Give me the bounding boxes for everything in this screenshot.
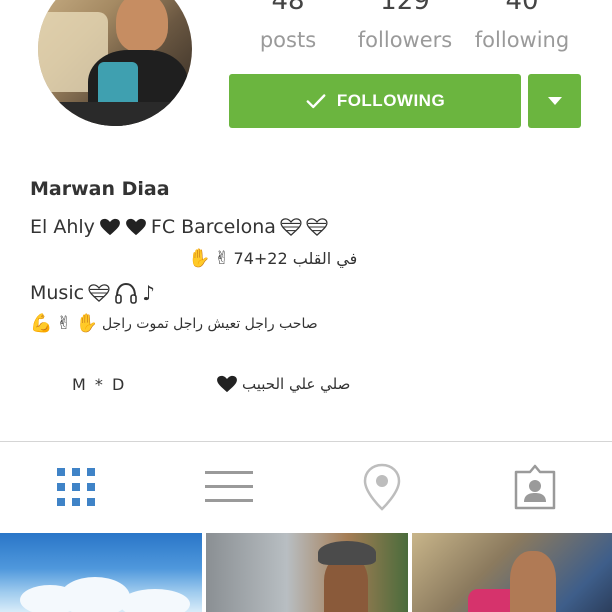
photo-thumbnail[interactable] bbox=[0, 533, 202, 612]
bio-text-74-22: 74+22 في القلب bbox=[233, 249, 358, 268]
striped-heart-icon bbox=[88, 284, 110, 302]
following-count[interactable]: 40 bbox=[467, 0, 577, 16]
bio-line-4: 💪 ✌ ✋ صاحب راجل تعيش راجل تموت راجل bbox=[30, 313, 318, 334]
headphones-icon bbox=[115, 282, 137, 304]
black-heart-icon bbox=[99, 218, 120, 236]
flexed-biceps-icon: 💪 bbox=[30, 313, 53, 334]
checkmark-icon bbox=[306, 94, 326, 109]
raised-hand-icon: ✋ bbox=[75, 313, 98, 334]
section-divider bbox=[0, 441, 612, 442]
posts-label: posts bbox=[259, 28, 317, 52]
bio-line-3: Music ♪ bbox=[30, 281, 155, 305]
photo-thumbnail[interactable] bbox=[412, 533, 612, 612]
raised-hand-icon: ✋ bbox=[188, 248, 211, 269]
music-note-icon: ♪ bbox=[142, 281, 155, 305]
bio-text-music: Music bbox=[30, 282, 85, 304]
map-pin-icon bbox=[363, 463, 401, 511]
bio-text-arabic-prayer: صلي علي الحبيب bbox=[242, 375, 351, 393]
posts-count: 48 bbox=[271, 0, 305, 16]
tab-list-view[interactable] bbox=[204, 462, 254, 512]
bio-line-2: ✋ ✌ 74+22 في القلب bbox=[188, 248, 357, 269]
black-heart-icon bbox=[217, 375, 237, 393]
followers-count[interactable]: 129 bbox=[350, 0, 460, 16]
victory-hand-icon: ✌ bbox=[214, 248, 230, 269]
striped-heart-icon bbox=[280, 218, 302, 236]
following-label[interactable]: following bbox=[464, 28, 580, 52]
tab-photo-map[interactable] bbox=[357, 462, 407, 512]
caret-down-icon bbox=[547, 97, 562, 105]
bio-line-5-initials: M * D bbox=[72, 375, 127, 394]
suggestions-dropdown-button[interactable] bbox=[528, 74, 581, 128]
tab-tagged-photos[interactable] bbox=[510, 462, 560, 512]
victory-hand-icon: ✌ bbox=[56, 313, 72, 334]
profile-name: Marwan Diaa bbox=[30, 178, 170, 200]
bio-line-5-arabic: صلي علي الحبيب bbox=[216, 375, 350, 393]
profile-avatar[interactable] bbox=[38, 0, 192, 126]
bio-line-1: El Ahly FC Barcelona bbox=[30, 216, 328, 238]
tagged-person-icon bbox=[514, 464, 556, 510]
followers-label[interactable]: followers bbox=[348, 28, 462, 52]
bio-text-el-ahly: El Ahly bbox=[30, 216, 95, 238]
photo-grid bbox=[0, 533, 612, 612]
black-heart-icon bbox=[125, 218, 146, 236]
following-button-label: FOLLOWING bbox=[336, 91, 446, 110]
striped-heart-icon bbox=[306, 218, 328, 236]
following-button[interactable]: FOLLOWING bbox=[229, 74, 521, 128]
photo-thumbnail[interactable] bbox=[206, 533, 408, 612]
list-icon bbox=[205, 471, 253, 502]
bio-text-arabic-motto: صاحب راجل تعيش راجل تموت راجل bbox=[101, 315, 318, 332]
bio-text-fc-barcelona: FC Barcelona bbox=[150, 216, 276, 238]
tab-grid-view[interactable] bbox=[51, 462, 101, 512]
grid-icon bbox=[57, 468, 95, 506]
